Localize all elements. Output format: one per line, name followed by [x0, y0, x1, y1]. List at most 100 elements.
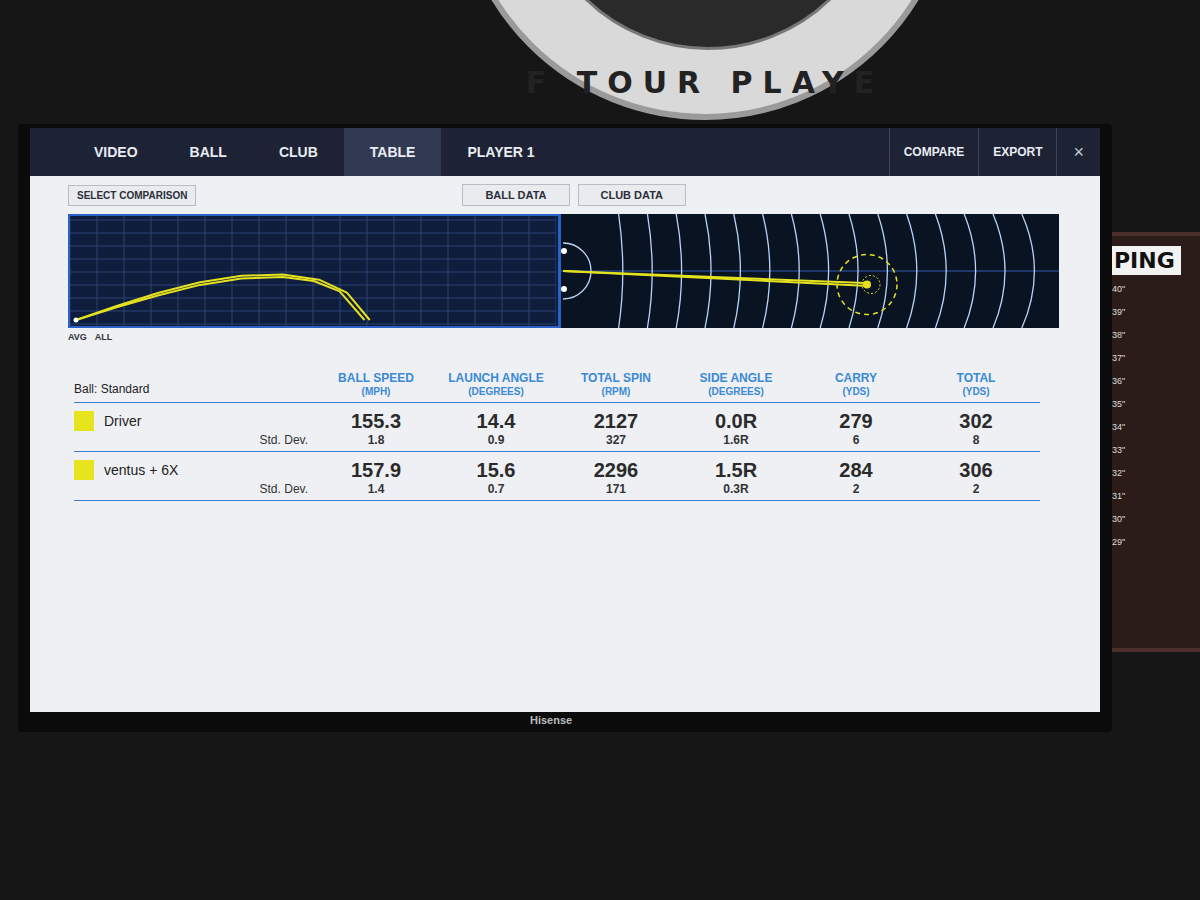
distance-arc [647, 214, 652, 328]
distance-arc [907, 214, 917, 328]
chart-filter[interactable]: AVG [68, 332, 87, 342]
column-unit: (DEGREES) [436, 385, 556, 398]
tour-badge: F TOUR PLAYE [455, 0, 955, 120]
column-unit: (DEGREES) [676, 385, 796, 398]
column-unit: (MPH) [316, 385, 436, 398]
column-title: SIDE ANGLE [700, 371, 773, 385]
distance-arc [676, 214, 681, 328]
column-unit: (YDS) [796, 385, 916, 398]
app-window: VIDEO BALL CLUB TABLE PLAYER 1 COMPAREEXPORT×… [30, 128, 1100, 712]
tab-label: BALL [190, 144, 227, 160]
side-view-plot [70, 216, 556, 326]
value-line: Driver155.314.421270.0R279302 [74, 409, 1040, 433]
chart-filter[interactable]: ALL [95, 332, 113, 342]
std-value: 1.6R [676, 433, 796, 447]
column-title: TOTAL [957, 371, 996, 385]
std-line: Std. Dev.1.80.93271.6R68 [74, 433, 1040, 447]
view-button[interactable]: BALL DATA [462, 184, 569, 206]
std-value: 0.7 [436, 482, 556, 496]
table-row[interactable]: ventus + 6X157.915.622961.5R284306Std. D… [74, 452, 1040, 501]
std-value: 2 [796, 482, 916, 496]
ruler-mark: 37" [1112, 350, 1200, 366]
distance-arc [849, 214, 858, 328]
ruler-mark: 29" [1112, 534, 1200, 550]
ruler-mark: 38" [1112, 327, 1200, 343]
cell-value: 157.9 [316, 458, 436, 482]
side-trajectory [76, 275, 370, 321]
ruler-mark: 32" [1112, 465, 1200, 481]
ruler-mark: 30" [1112, 511, 1200, 527]
distance-arc [993, 214, 1005, 328]
dispersion-ellipse [837, 255, 897, 315]
cell-value: 306 [916, 458, 1036, 482]
cell-value: 279 [796, 409, 916, 433]
tab-label: VIDEO [94, 144, 138, 160]
distance-arc [619, 214, 623, 328]
std-value: 1.8 [316, 433, 436, 447]
badge-center [531, 0, 885, 50]
content: SELECT COMPARISON BALL DATA CLUB DATA AVG AL… [30, 176, 1100, 712]
std-value: 171 [556, 482, 676, 496]
nav-tab[interactable]: PLAYER 1 [441, 128, 560, 176]
export-button[interactable]: EXPORT [978, 128, 1056, 176]
std-value: 2 [916, 482, 1036, 496]
ping-ruler: 40"39"38"37"36"35"34"33"32"31"30"29" [1108, 281, 1200, 550]
club-name: ventus + 6X [74, 458, 316, 482]
tee-marker [561, 248, 567, 254]
nav-tab[interactable]: BALL [164, 128, 253, 176]
color-swatch [74, 460, 94, 480]
std-value: 0.3R [676, 482, 796, 496]
club-name: Driver [74, 409, 316, 433]
tab-label: CLUB [279, 144, 318, 160]
cell-value: 155.3 [316, 409, 436, 433]
tab-list: VIDEO BALL CLUB TABLE PLAYER 1 [30, 128, 561, 176]
column-title: CARRY [835, 371, 877, 385]
trajectory-charts [68, 214, 1060, 328]
nav-tab[interactable]: CLUB [253, 128, 344, 176]
column-title: LAUNCH ANGLE [448, 371, 544, 385]
distance-arc [705, 214, 711, 328]
distance-arc [734, 214, 741, 328]
average-point [863, 281, 871, 289]
ruler-mark: 34" [1112, 419, 1200, 435]
distance-arc [1022, 214, 1035, 328]
side-trajectory [76, 277, 365, 320]
cell-value: 2127 [556, 409, 676, 433]
std-label: Std. Dev. [74, 482, 316, 496]
ball-label: Ball: Standard [74, 382, 316, 398]
distance-arc [791, 214, 799, 328]
select-comparison-button[interactable]: SELECT COMPARISON [68, 185, 196, 206]
std-value: 6 [796, 433, 916, 447]
top-view-plot [561, 214, 1059, 328]
ruler-mark: 40" [1112, 281, 1200, 297]
top-trajectory [563, 271, 869, 286]
nav-tab[interactable]: VIDEO [68, 128, 164, 176]
cell-value: 1.5R [676, 458, 796, 482]
ruler-mark: 39" [1112, 304, 1200, 320]
view-button[interactable]: CLUB DATA [578, 184, 687, 206]
distance-arc [820, 214, 828, 328]
column-unit: (RPM) [556, 385, 676, 398]
compare-button[interactable]: COMPARE [889, 128, 978, 176]
close-button[interactable]: × [1056, 128, 1100, 176]
cell-value: 284 [796, 458, 916, 482]
nav-bar: VIDEO BALL CLUB TABLE PLAYER 1 COMPAREEXPORT× [30, 128, 1100, 176]
club-label: ventus + 6X [104, 462, 178, 478]
tv-brand: Hisense [530, 714, 572, 726]
column-header: CARRY(YDS) [796, 372, 916, 398]
nav-tab[interactable]: TABLE [344, 128, 442, 176]
distance-arc [763, 214, 770, 328]
table-header: Ball: StandardBALL SPEED(MPH)LAUNCH ANGL… [74, 372, 1040, 403]
data-table: Ball: StandardBALL SPEED(MPH)LAUNCH ANGL… [74, 372, 1040, 501]
column-unit: (YDS) [916, 385, 1036, 398]
ping-logo: PING [1108, 246, 1181, 275]
color-swatch [74, 411, 94, 431]
ruler-mark: 33" [1112, 442, 1200, 458]
std-value: 327 [556, 433, 676, 447]
tv: VIDEO BALL CLUB TABLE PLAYER 1 COMPAREEXPORT×… [18, 124, 1112, 732]
tee-dot [74, 318, 79, 323]
table-row[interactable]: Driver155.314.421270.0R279302Std. Dev.1.… [74, 403, 1040, 452]
toolbar: SELECT COMPARISON BALL DATA CLUB DATA [68, 182, 1060, 208]
tab-label: PLAYER 1 [467, 144, 534, 160]
cell-value: 15.6 [436, 458, 556, 482]
